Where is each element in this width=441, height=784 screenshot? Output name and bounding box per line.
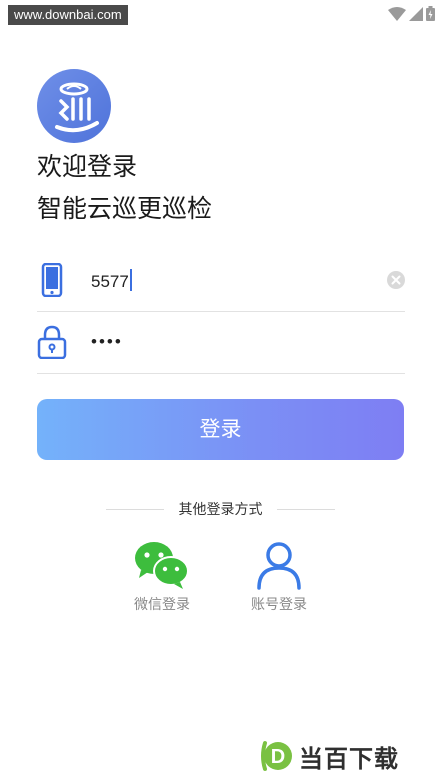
status-icons — [388, 6, 435, 21]
other-login-heading: 其他登录方式 — [178, 502, 263, 518]
brand-mark-letter: D — [271, 746, 285, 768]
login-button[interactable]: 登录 — [37, 399, 404, 460]
signal-icon — [409, 6, 423, 21]
battery-icon — [426, 6, 435, 21]
divider-line-left — [106, 509, 164, 510]
account-login-label: 账号登录 — [251, 597, 307, 613]
lock-icon — [37, 325, 67, 359]
phone-field[interactable]: 5577 — [37, 249, 405, 312]
brand-text: 当百下载 — [299, 744, 399, 773]
brand-logo-icon: D — [261, 741, 292, 771]
wechat-icon — [135, 542, 189, 589]
phone-value: 5577 — [91, 272, 129, 291]
brand-watermark: D 当百下载 — [259, 738, 399, 774]
wechat-login-label: 微信登录 — [134, 597, 190, 613]
app-logo-icon — [37, 69, 111, 143]
password-field[interactable]: •••• — [37, 311, 405, 374]
wifi-icon — [388, 6, 406, 21]
status-bar: www.downbai.com — [0, 0, 441, 28]
app-name-title: 智能云巡更巡检 — [37, 194, 213, 223]
welcome-title: 欢迎登录 — [37, 152, 138, 181]
phone-input[interactable]: 5577 — [91, 269, 132, 293]
watermark-url: www.downbai.com — [8, 5, 128, 25]
user-icon — [257, 542, 301, 590]
text-caret — [129, 269, 132, 291]
clear-input-icon[interactable] — [387, 271, 405, 289]
password-input[interactable]: •••• — [91, 331, 123, 353]
other-login-divider: 其他登录方式 — [0, 500, 441, 520]
account-login-option[interactable]: 账号登录 — [234, 540, 324, 614]
wechat-login-option[interactable]: 微信登录 — [117, 540, 207, 614]
divider-line-right — [277, 509, 335, 510]
phone-icon — [41, 263, 63, 297]
